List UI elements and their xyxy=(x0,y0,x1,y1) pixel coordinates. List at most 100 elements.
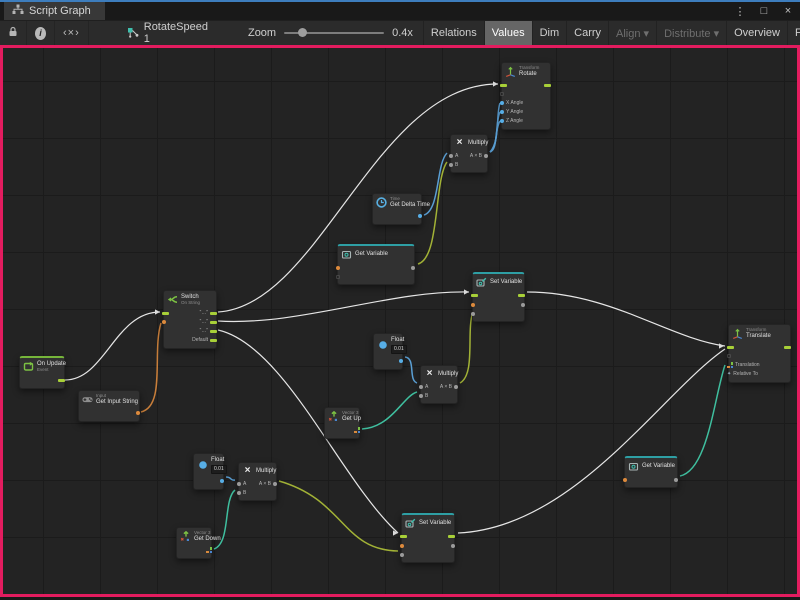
lock-button[interactable] xyxy=(0,21,27,45)
port-dot-gray[interactable] xyxy=(471,312,475,316)
node-on-update[interactable]: On UpdateEvent xyxy=(19,356,65,389)
carry-toggle[interactable]: Carry xyxy=(566,21,608,45)
getvar-icon xyxy=(628,461,639,472)
node-get-variable-2[interactable]: Get Variable xyxy=(624,456,678,488)
port-flow[interactable] xyxy=(500,84,507,87)
port-dot-gray[interactable]: A × B xyxy=(470,153,488,159)
node-get-input-string[interactable]: InputGet Input String xyxy=(78,390,140,422)
node-get-variable-1[interactable]: Get Variable xyxy=(337,244,415,285)
port-dot-gray[interactable]: A × B xyxy=(259,481,277,487)
port-dot-blue[interactable] xyxy=(399,359,403,363)
port-flow[interactable] xyxy=(471,294,478,297)
node-multiply-1[interactable]: ×MultiplyAA × BB xyxy=(450,134,488,173)
node-multiply-2[interactable]: ×MultiplyAA × BB xyxy=(420,365,458,404)
relations-toggle[interactable]: Relations xyxy=(423,21,484,45)
port-dot-gray[interactable] xyxy=(674,478,678,482)
port-vec3[interactable] xyxy=(206,547,212,553)
port-flow[interactable] xyxy=(544,84,551,87)
port-row xyxy=(475,309,521,318)
port-row: B xyxy=(453,160,484,169)
node-vector3-get-up[interactable]: Vector 3Get Up xyxy=(324,407,360,439)
menu-icon[interactable]: ⋮ xyxy=(728,5,752,18)
port-ghost[interactable] xyxy=(336,275,340,279)
close-icon[interactable]: × xyxy=(776,5,800,17)
node-vector3-get-down[interactable]: Vector 3Get Down xyxy=(176,527,212,559)
port-flow[interactable] xyxy=(162,312,169,315)
node-title: Get Variable xyxy=(355,251,388,258)
port-dot-blue[interactable] xyxy=(220,479,224,483)
port-dot-gray[interactable]: A × B xyxy=(440,384,458,390)
port-dot-blue[interactable]: Z Angle xyxy=(500,118,523,124)
port-flow[interactable]: Default xyxy=(192,337,217,343)
port-dot-gray[interactable]: B xyxy=(419,393,428,399)
info-button[interactable]: i xyxy=(27,21,55,45)
port-dot-orange[interactable] xyxy=(400,544,404,548)
dim-toggle[interactable]: Dim xyxy=(532,21,567,45)
port-dot-orange[interactable] xyxy=(623,478,627,482)
overview-button[interactable]: Overview xyxy=(726,21,787,45)
graph-asset-icon xyxy=(127,26,139,41)
graph-name-button[interactable]: RotateSpeed 1 xyxy=(117,21,218,45)
port-vec3[interactable] xyxy=(354,427,360,433)
node-header: TimeGet Delta Time xyxy=(373,194,421,211)
port-flow[interactable] xyxy=(58,379,65,382)
code-preview-toggle[interactable]: ‹×› xyxy=(55,21,89,45)
node-value-input[interactable]: 0.01 xyxy=(211,465,227,474)
distribute-dropdown[interactable]: Distribute ▾ xyxy=(656,21,726,45)
node-get-delta-time[interactable]: TimeGet Delta Time xyxy=(372,193,422,225)
node-title: Set Variable xyxy=(419,520,450,527)
port-dot-gray[interactable] xyxy=(411,266,415,270)
node-set-variable-1[interactable]: Set Variable xyxy=(472,272,525,322)
port-flow[interactable]: “…” xyxy=(200,328,217,334)
port-flow[interactable]: “…” xyxy=(200,310,217,316)
zoom-slider[interactable] xyxy=(284,32,384,34)
maximize-icon[interactable]: □ xyxy=(752,5,776,17)
port-flow[interactable] xyxy=(727,346,734,349)
port-dot-orange[interactable] xyxy=(136,411,140,415)
port-flow[interactable] xyxy=(400,535,407,538)
port-dot-gray[interactable]: B xyxy=(237,490,246,496)
port-dot-gray[interactable]: B xyxy=(449,162,458,168)
align-dropdown[interactable]: Align ▾ xyxy=(608,21,656,45)
node-translate[interactable]: TransformTranslateTranslation✦Relative T… xyxy=(728,324,791,383)
port-dot-blue[interactable] xyxy=(418,214,422,218)
floatc-icon xyxy=(197,460,208,470)
port-dot-gray[interactable] xyxy=(521,303,525,307)
tab-script-graph[interactable]: Script Graph xyxy=(4,2,105,20)
x-icon: × xyxy=(454,138,465,148)
port-dot-blue[interactable]: X Angle xyxy=(500,100,523,106)
port-label: B xyxy=(455,162,458,168)
port-dot-blue[interactable]: Y Angle xyxy=(500,109,523,115)
port-flow[interactable]: “…” xyxy=(200,319,217,325)
port-flow[interactable] xyxy=(518,294,525,297)
zoom-slider-handle[interactable] xyxy=(298,28,307,37)
fullscreen-button[interactable]: Full Screen xyxy=(787,21,800,45)
port-ghost[interactable] xyxy=(727,354,731,358)
port-star[interactable]: ✦Relative To xyxy=(727,371,758,377)
node-set-variable-2[interactable]: Set Variable xyxy=(401,513,455,563)
node-value-input[interactable]: 0.01 xyxy=(391,345,407,354)
port-flow[interactable] xyxy=(448,535,455,538)
node-body xyxy=(374,356,402,369)
node-float-2[interactable]: Float0.01 xyxy=(193,453,224,490)
node-body: Translation ✦Relative To xyxy=(729,342,790,382)
port-row xyxy=(504,90,547,99)
node-float-1[interactable]: Float0.01 xyxy=(373,333,403,370)
port-dot-gray[interactable]: A xyxy=(419,384,428,390)
port-dot-gray[interactable]: A xyxy=(237,481,246,487)
toolbar-toggles: Relations Values Dim Carry Align ▾ Distr… xyxy=(423,21,800,45)
port-dot-orange[interactable] xyxy=(336,266,340,270)
port-dot-gray[interactable]: A xyxy=(449,153,458,159)
port-flow[interactable] xyxy=(784,346,791,349)
values-toggle[interactable]: Values xyxy=(484,21,532,45)
port-dot-orange[interactable] xyxy=(471,303,475,307)
node-rotate[interactable]: TransformRotateX AngleY AngleZ Angle xyxy=(501,62,551,130)
port-vec3[interactable]: Translation xyxy=(727,362,760,368)
node-multiply-3[interactable]: ×MultiplyAA × BB xyxy=(238,462,277,501)
node-title: Float xyxy=(211,457,219,464)
port-ghost[interactable] xyxy=(500,92,504,96)
port-dot-gray[interactable] xyxy=(451,544,455,548)
port-dot-gray[interactable] xyxy=(400,553,404,557)
port-dot-orange[interactable] xyxy=(162,320,166,324)
node-switch-on-string[interactable]: SwitchOn String“…”“…”“…”Default xyxy=(163,290,217,349)
